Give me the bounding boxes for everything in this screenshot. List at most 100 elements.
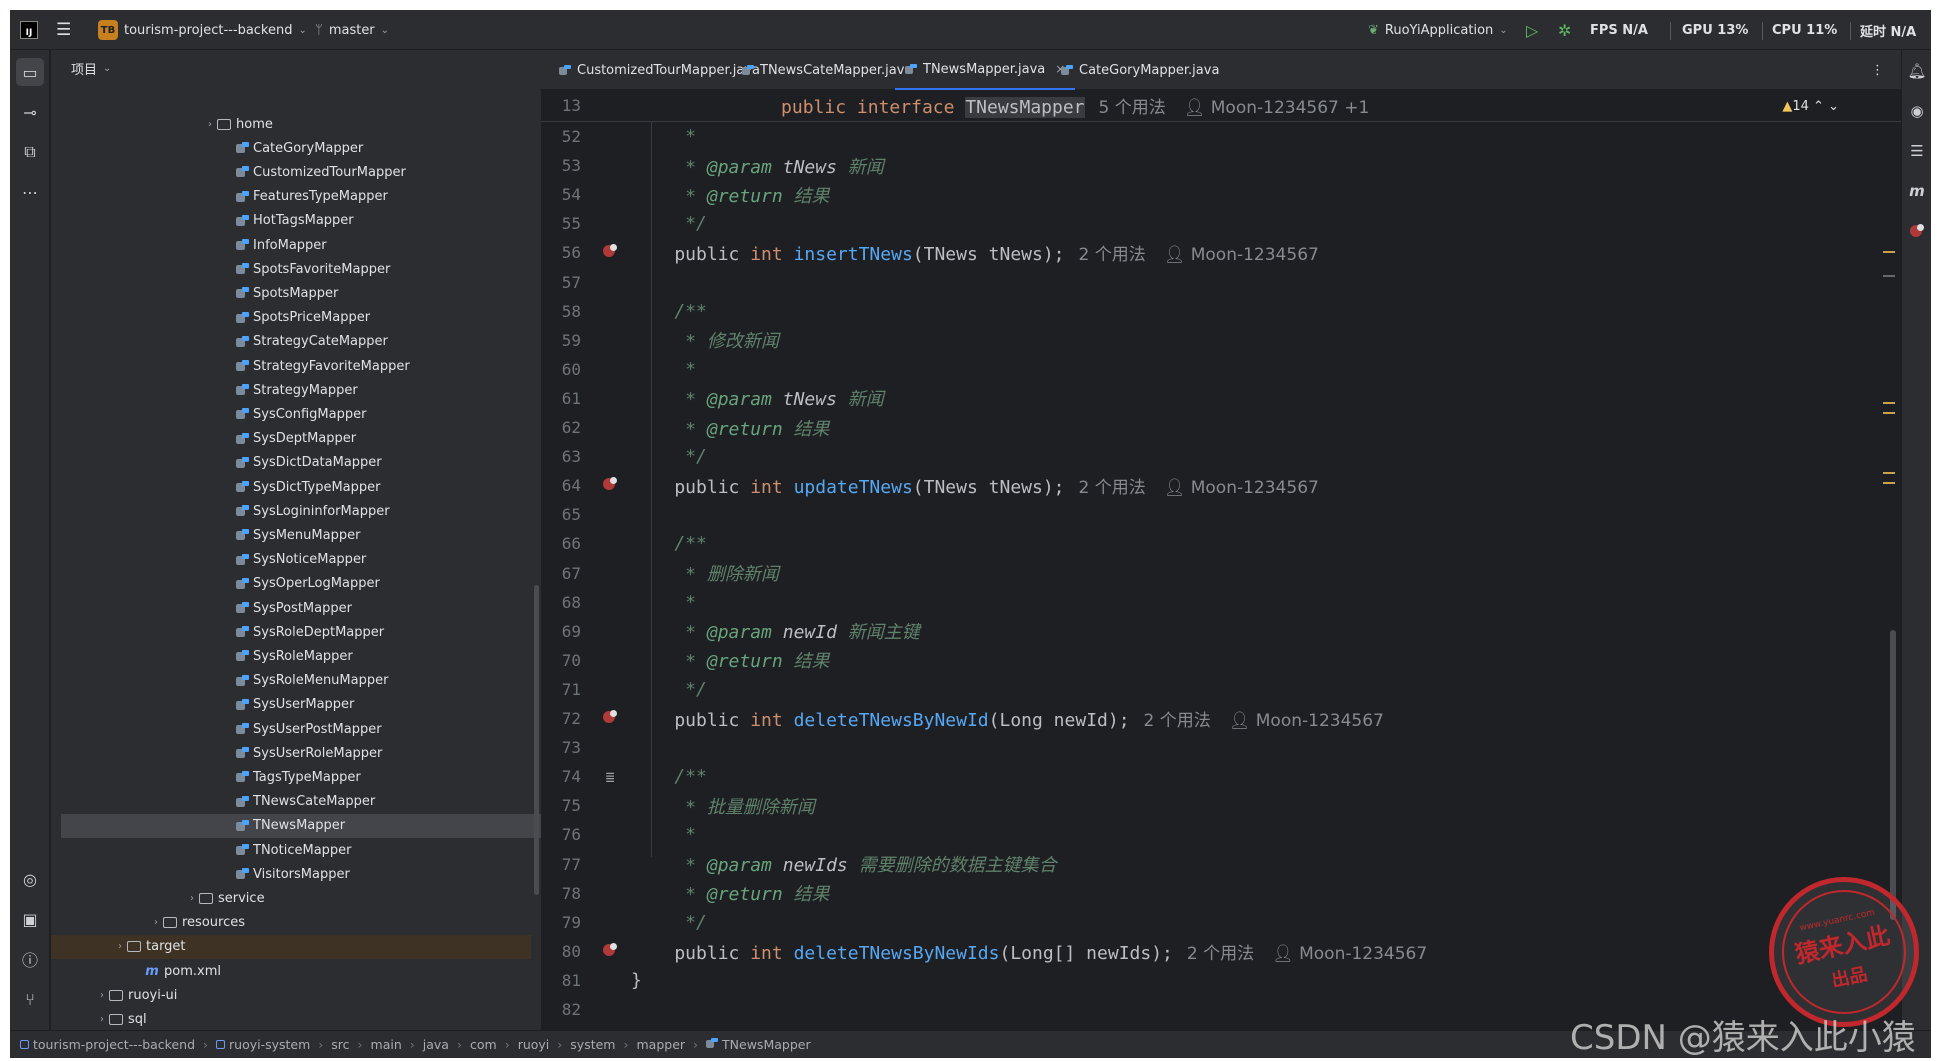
tree-item[interactable]: SysMenuMapper xyxy=(51,523,531,547)
chevron-right-icon[interactable]: › xyxy=(113,941,127,952)
tree-item[interactable]: CateGoryMapper xyxy=(51,136,531,160)
chevron-right-icon[interactable]: › xyxy=(203,119,217,130)
tree-item[interactable]: TagsTypeMapper xyxy=(51,765,531,789)
project-folder-icon[interactable]: ▭ xyxy=(16,58,44,86)
author-hint[interactable]: 👤︎ Moon-1234567 xyxy=(1164,245,1319,265)
terminal-icon[interactable]: ▣ xyxy=(16,905,44,933)
chevron-up-icon[interactable]: ⌃ xyxy=(1813,99,1824,114)
method-name[interactable]: insertTNews xyxy=(794,244,913,265)
tree-item[interactable]: SysRoleMapper xyxy=(51,644,531,668)
tree-item[interactable]: SpotsPriceMapper xyxy=(51,306,531,330)
breadcrumb-item[interactable]: TNewsMapper xyxy=(706,1037,811,1052)
breadcrumb-item[interactable]: tourism-project---backend xyxy=(20,1037,195,1052)
tree-item[interactable]: SysUserMapper xyxy=(51,693,531,717)
tree-item[interactable]: FeaturesTypeMapper xyxy=(51,185,531,209)
maven-icon[interactable]: m xyxy=(1906,180,1928,202)
tree-item[interactable]: SysUserRoleMapper xyxy=(51,741,531,765)
tab-more-icon[interactable]: ⋮ xyxy=(1861,50,1894,90)
editor-scrollbar[interactable] xyxy=(1890,630,1896,920)
main-menu-icon[interactable]: ☰ xyxy=(56,10,71,50)
tree-item[interactable]: SysUserPostMapper xyxy=(51,717,531,741)
tree-item[interactable]: TNewsMapper xyxy=(61,813,541,838)
tree-item[interactable]: SysPostMapper xyxy=(51,596,531,620)
tree-item[interactable]: SysRoleDeptMapper xyxy=(51,620,531,644)
breadcrumb-item[interactable]: main xyxy=(371,1037,402,1052)
tree-item[interactable]: StrategyCateMapper xyxy=(51,330,531,354)
tree-item[interactable]: m pom.xml xyxy=(51,959,531,983)
author-hint[interactable]: 👤︎ Moon-1234567 xyxy=(1272,944,1427,964)
tree-item[interactable]: InfoMapper xyxy=(51,233,531,257)
author-hint[interactable]: 👤︎ Moon-1234567 xyxy=(1229,711,1384,731)
tree-item[interactable]: CustomizedTourMapper xyxy=(51,160,531,184)
sticky-header[interactable]: 13 public interface TNewsMapper 5 个用法 👤︎ M… xyxy=(541,91,1901,122)
method-name[interactable]: deleteTNewsByNewId xyxy=(794,710,989,731)
run-config-selector[interactable]: ❦ RuoYiApplication ⌄ xyxy=(1368,10,1508,50)
structure-icon[interactable]: ⧉ xyxy=(16,138,44,166)
tree-item[interactable]: SysDictDataMapper xyxy=(51,451,531,475)
ai-assistant-icon[interactable]: ◉ xyxy=(1906,100,1928,122)
gutter-marker[interactable] xyxy=(1883,275,1895,277)
breadcrumb-item[interactable]: java xyxy=(423,1037,449,1052)
commit-icon[interactable]: ⊸ xyxy=(16,98,44,126)
mybatis-navigate-icon[interactable] xyxy=(599,475,621,496)
tree-item[interactable]: › service xyxy=(51,886,531,910)
tree-item[interactable]: VisitorsMapper xyxy=(51,862,531,886)
tree-item[interactable]: HotTagsMapper xyxy=(51,209,531,233)
breadcrumb-item[interactable]: com xyxy=(470,1037,497,1052)
chevron-down-icon[interactable]: ⌄ xyxy=(1828,99,1839,114)
code-view[interactable]: 52 * 53 * @param tNews 新闻 54 * @return 结果 5… xyxy=(541,91,1901,1030)
tree-item[interactable]: TNoticeMapper xyxy=(51,838,531,862)
method-name[interactable]: deleteTNewsByNewIds xyxy=(794,943,1000,964)
notifications-icon[interactable]: 🔔︎ xyxy=(1906,60,1928,82)
mybatis-icon[interactable] xyxy=(1906,220,1928,242)
git-icon[interactable]: ⑂ xyxy=(16,985,44,1013)
usages-hint[interactable]: 5 个用法 xyxy=(1099,98,1166,118)
warning-marker[interactable] xyxy=(1883,472,1895,474)
tree-item[interactable]: StrategyFavoriteMapper xyxy=(51,354,531,378)
usages-hint[interactable]: 2 个用法 xyxy=(1079,478,1146,498)
tree-item[interactable]: SysRoleMenuMapper xyxy=(51,669,531,693)
breadcrumb-item[interactable]: src xyxy=(331,1037,349,1052)
tree-item[interactable]: › resources xyxy=(51,911,531,935)
problems-icon[interactable]: ⓘ xyxy=(16,945,44,973)
tree-item[interactable]: SysLogininforMapper xyxy=(51,499,531,523)
chevron-right-icon[interactable]: › xyxy=(95,1014,109,1025)
tree-item[interactable]: TNewsCateMapper xyxy=(51,790,531,814)
tree-item[interactable]: › ruoyi-ui xyxy=(51,983,531,1007)
chevron-right-icon[interactable]: › xyxy=(95,990,109,1001)
tree-item[interactable]: › target xyxy=(51,934,531,959)
services-icon[interactable]: ◎ xyxy=(16,865,44,893)
project-scrollbar[interactable] xyxy=(534,585,539,895)
method-name[interactable]: updateTNews xyxy=(794,477,913,498)
mybatis-navigate-icon[interactable] xyxy=(599,708,621,729)
debug-icon[interactable]: ✲ xyxy=(1558,10,1571,50)
tree-item[interactable]: SysConfigMapper xyxy=(51,402,531,426)
database-icon[interactable]: ☰ xyxy=(1906,140,1928,162)
tree-item[interactable]: SysDictTypeMapper xyxy=(51,475,531,499)
tree-item[interactable]: › sql xyxy=(51,1007,531,1031)
usages-hint[interactable]: 2 个用法 xyxy=(1144,711,1211,731)
chevron-right-icon[interactable]: › xyxy=(149,917,163,928)
usages-hint[interactable]: 2 个用法 xyxy=(1079,245,1146,265)
mybatis-navigate-icon[interactable] xyxy=(599,242,621,263)
tree-item[interactable]: StrategyMapper xyxy=(51,378,531,402)
more-tools-icon[interactable]: ⋯ xyxy=(16,178,44,206)
chevron-right-icon[interactable]: › xyxy=(185,893,199,904)
usages-hint[interactable]: 2 个用法 xyxy=(1187,944,1254,964)
tree-item[interactable]: SysDeptMapper xyxy=(51,427,531,451)
breadcrumb-item[interactable]: ruoyi xyxy=(518,1037,550,1052)
warning-marker[interactable] xyxy=(1883,251,1895,253)
branch-selector[interactable]: ᛘ master ⌄ xyxy=(315,10,389,50)
tree-item[interactable]: SpotsMapper xyxy=(51,281,531,305)
ide-logo-icon[interactable]: IJ xyxy=(20,10,38,50)
breadcrumb-item[interactable]: mapper xyxy=(636,1037,685,1052)
author-hint[interactable]: 👤︎ Moon-1234567 xyxy=(1164,478,1319,498)
tree-item[interactable]: SpotsFavoriteMapper xyxy=(51,257,531,281)
inspection-widget[interactable]: ▲14 ⌃ ⌄ xyxy=(1782,99,1839,114)
run-icon[interactable]: ▷ xyxy=(1526,10,1538,50)
project-panel-header[interactable]: 项目 ⌄ xyxy=(51,50,541,86)
mybatis-navigate-icon[interactable] xyxy=(599,941,621,962)
warning-marker[interactable] xyxy=(1883,402,1895,404)
tree-item[interactable]: SysNoticeMapper xyxy=(51,548,531,572)
breadcrumb-item[interactable]: system xyxy=(570,1037,615,1052)
